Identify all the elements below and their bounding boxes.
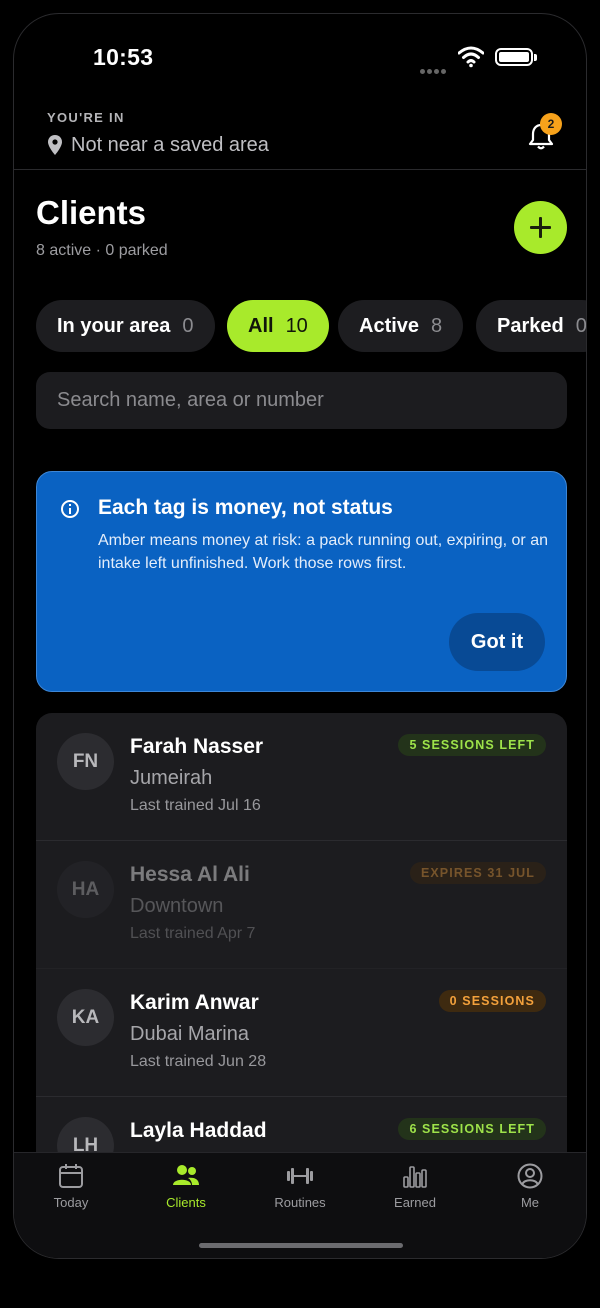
client-name: Hessa Al Ali (130, 863, 250, 886)
tip-title: Each tag is money, not status (98, 496, 393, 519)
calendar-icon (59, 1164, 83, 1188)
profile-icon (517, 1163, 543, 1189)
location-eyebrow: YOU'RE IN (47, 110, 125, 125)
info-icon (61, 500, 79, 518)
chip-count: 0 (575, 315, 587, 337)
client-last-trained: Last trained Jul 16 (130, 797, 261, 814)
client-name: Farah Nasser (130, 735, 264, 758)
client-list: FN Farah Nasser Jumeirah Last trained Ju… (36, 713, 567, 1213)
chip-count: 10 (285, 315, 308, 337)
client-name: Layla Haddad (130, 1119, 267, 1142)
home-indicator[interactable] (199, 1243, 403, 1248)
filter-chips: In your area 0 All 10 Active 8 Parked 0 (36, 300, 587, 352)
tab-label: Today (53, 1195, 89, 1210)
chip-all[interactable]: All 10 (227, 300, 329, 352)
tab-me[interactable]: Me (490, 1163, 570, 1223)
chip-parked[interactable]: Parked 0 (476, 300, 587, 352)
chip-active[interactable]: Active 8 (338, 300, 464, 352)
client-row[interactable]: FN Farah Nasser Jumeirah Last trained Ju… (36, 713, 567, 841)
tab-clients[interactable]: Clients (146, 1163, 226, 1223)
client-area: Jumeirah (130, 767, 213, 789)
chip-count: 0 (182, 315, 194, 337)
wifi-icon (458, 46, 484, 68)
phone-frame: 10:53 YOU'RE IN Not near a saved area 2 … (13, 13, 587, 1259)
tab-today[interactable]: Today (31, 1163, 111, 1223)
chip-label: Active (359, 315, 420, 337)
tab-label: Clients (166, 1195, 206, 1210)
location-header[interactable]: YOU'RE IN Not near a saved area 2 (14, 98, 586, 170)
got-it-button[interactable]: Got it (449, 613, 545, 671)
status-time: 10:53 (93, 44, 154, 70)
client-name: Karim Anwar (130, 991, 259, 1014)
search-box (36, 372, 567, 429)
chip-count: 8 (431, 315, 443, 337)
status-badge: EXPIRES 31 JUL (409, 862, 546, 884)
search-input[interactable] (36, 372, 567, 429)
cellular-signal-icon (420, 61, 450, 74)
dumbbell-icon (287, 1168, 313, 1184)
status-badge: 0 SESSIONS (438, 990, 546, 1012)
battery-icon (495, 48, 537, 66)
client-last-trained: Last trained Jun 28 (130, 1053, 267, 1070)
client-area: Dubai Marina (130, 1023, 249, 1045)
chip-in-your-area[interactable]: In your area 0 (36, 300, 215, 352)
avatar: HA (57, 861, 114, 918)
client-row[interactable]: KA Karim Anwar Dubai Marina Last trained… (36, 969, 567, 1097)
avatar: KA (57, 989, 114, 1046)
tip-body: Amber means money at risk: a pack runnin… (98, 532, 548, 572)
bar-chart-icon (403, 1166, 427, 1188)
tip-card: Each tag is money, not status Amber mean… (36, 471, 567, 692)
client-last-trained: Last trained Apr 7 (130, 925, 256, 942)
tab-routines[interactable]: Routines (260, 1163, 340, 1223)
chip-label: Parked (497, 315, 564, 337)
tab-label: Routines (274, 1195, 326, 1210)
chip-label: In your area (57, 315, 171, 337)
status-badge: 6 SESSIONS LEFT (398, 1118, 546, 1140)
client-area: Downtown (130, 895, 224, 917)
location-value: Not near a saved area (71, 134, 269, 156)
tab-earned[interactable]: Earned (375, 1163, 455, 1223)
page-subtitle: 8 active · 0 parked (36, 242, 168, 259)
location-pin-icon (48, 135, 62, 155)
tab-label: Me (520, 1195, 540, 1210)
tab-label: Earned (394, 1195, 436, 1210)
avatar: FN (57, 733, 114, 790)
status-bar: 10:53 (14, 14, 586, 98)
add-client-button[interactable] (514, 201, 567, 254)
client-row[interactable]: HA Hessa Al Ali Downtown Last trained Ap… (36, 841, 567, 969)
page-title: Clients (36, 194, 147, 231)
chip-label: All (248, 315, 274, 337)
status-badge: 5 SESSIONS LEFT (398, 734, 546, 756)
people-icon (173, 1165, 199, 1185)
notification-badge: 2 (540, 113, 562, 135)
